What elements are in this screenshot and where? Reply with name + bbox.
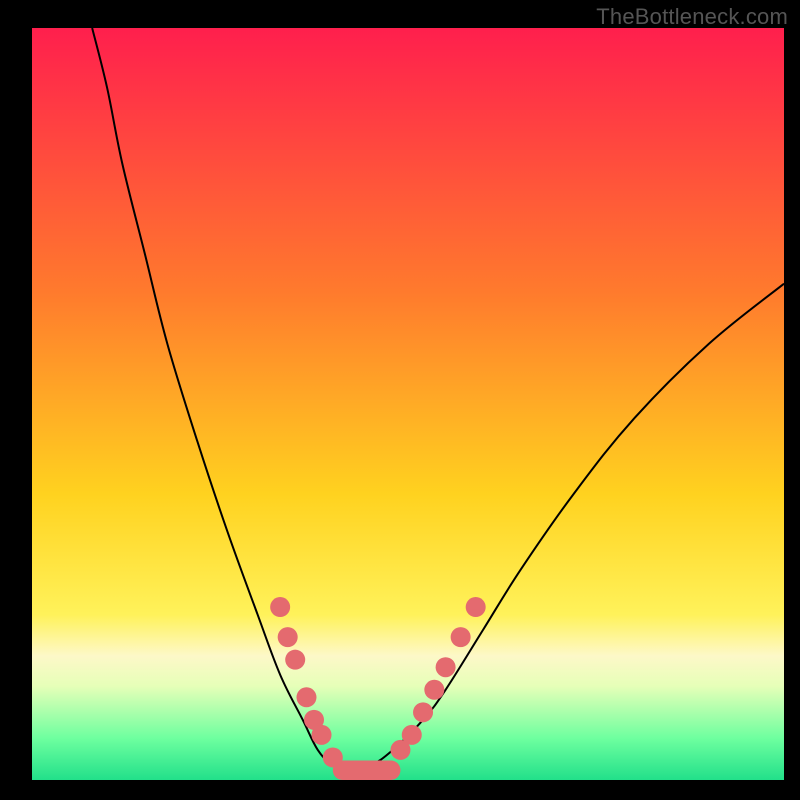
dot-left-5: [312, 725, 332, 745]
dot-right-3: [424, 680, 444, 700]
dot-right-5: [451, 627, 471, 647]
stage: TheBottleneck.com: [0, 0, 800, 800]
dot-right-1: [402, 725, 422, 745]
gradient-background: [32, 28, 784, 780]
dot-right-4: [436, 657, 456, 677]
dot-right-2: [413, 702, 433, 722]
bottleneck-chart: [32, 28, 784, 780]
dot-left-0: [270, 597, 290, 617]
optimal-range-bar: [333, 760, 401, 780]
plot-area: [32, 28, 784, 780]
watermark-text: TheBottleneck.com: [596, 4, 788, 30]
dot-left-1: [278, 627, 298, 647]
dot-left-3: [296, 687, 316, 707]
dot-left-2: [285, 650, 305, 670]
dot-left-6: [323, 747, 343, 767]
dot-right-6: [466, 597, 486, 617]
